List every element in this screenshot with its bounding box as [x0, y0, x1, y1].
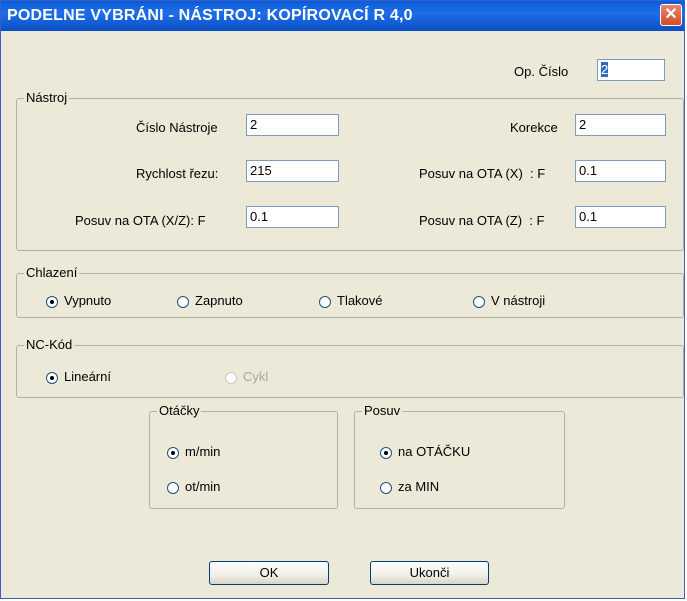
otacky-group-title: Otáčky [157, 403, 202, 418]
radio-selected-icon [46, 371, 58, 384]
cislo-nastroje-input[interactable]: 2 [246, 114, 339, 136]
radio-disabled-icon [225, 371, 237, 384]
nc-kod-group-title: NC-Kód [24, 337, 75, 352]
posuv-group: Posuv [354, 403, 565, 509]
op-cislo-label: Op. Číslo [514, 64, 569, 79]
posuv-za-min-radio[interactable]: za MIN [380, 479, 439, 494]
dialog-window: PODELNE VYBRÁNI - NÁSTROJ: KOPÍROVACÍ R … [0, 0, 685, 599]
posuv-x-label: Posuv na OTA (X) : F [419, 166, 546, 181]
radio-unselected-icon [319, 295, 331, 308]
op-cislo-input[interactable]: 2 [597, 59, 665, 81]
posuv-x-input[interactable]: 0.1 [575, 160, 666, 182]
nc-kod-linearni-radio[interactable]: Lineární [46, 369, 111, 384]
chlazeni-vypnuto-radio[interactable]: Vypnuto [46, 293, 111, 308]
nc-kod-group: NC-Kód [16, 337, 684, 398]
radio-unselected-icon [473, 295, 485, 308]
radio-selected-icon [380, 446, 392, 459]
posuv-xz-label: Posuv na OTA (X/Z): F [75, 213, 206, 228]
korekce-input[interactable]: 2 [575, 114, 666, 136]
posuv-na-otacku-radio[interactable]: na OTÁČKU [380, 444, 470, 459]
korekce-label: Korekce [510, 120, 558, 135]
nc-kod-cykl-radio: Cykl [225, 369, 268, 384]
chlazeni-zapnuto-radio[interactable]: Zapnuto [177, 293, 243, 308]
chlazeni-tlakove-radio[interactable]: Tlakové [319, 293, 383, 308]
ok-button[interactable]: OK [209, 561, 329, 585]
radio-selected-icon [46, 295, 58, 308]
close-icon: ✕ [664, 6, 678, 23]
cancel-button[interactable]: Ukonči [370, 561, 489, 585]
cislo-nastroje-label: Číslo Nástroje [136, 120, 218, 135]
title-bar[interactable]: PODELNE VYBRÁNI - NÁSTROJ: KOPÍROVACÍ R … [1, 1, 684, 31]
close-button[interactable]: ✕ [660, 4, 682, 26]
radio-unselected-icon [177, 295, 189, 308]
radio-unselected-icon [167, 481, 179, 494]
otacky-group: Otáčky [149, 403, 338, 509]
rychlost-rezu-label: Rychlost řezu: [136, 166, 219, 181]
posuv-xz-input[interactable]: 0.1 [246, 206, 339, 228]
radio-unselected-icon [380, 481, 392, 494]
posuv-group-title: Posuv [362, 403, 403, 418]
window-title: PODELNE VYBRÁNI - NÁSTROJ: KOPÍROVACÍ R … [7, 7, 413, 24]
rychlost-rezu-input[interactable]: 215 [246, 160, 339, 182]
nastroj-group-title: Nástroj [24, 90, 70, 105]
posuv-z-input[interactable]: 0.1 [575, 206, 666, 228]
otacky-m-min-radio[interactable]: m/min [167, 444, 220, 459]
chlazeni-group-title: Chlazení [24, 265, 80, 280]
radio-selected-icon [167, 446, 179, 459]
chlazeni-v-nastroji-radio[interactable]: V nástroji [473, 293, 545, 308]
posuv-z-label: Posuv na OTA (Z) : F [419, 213, 545, 228]
otacky-ot-min-radio[interactable]: ot/min [167, 479, 220, 494]
